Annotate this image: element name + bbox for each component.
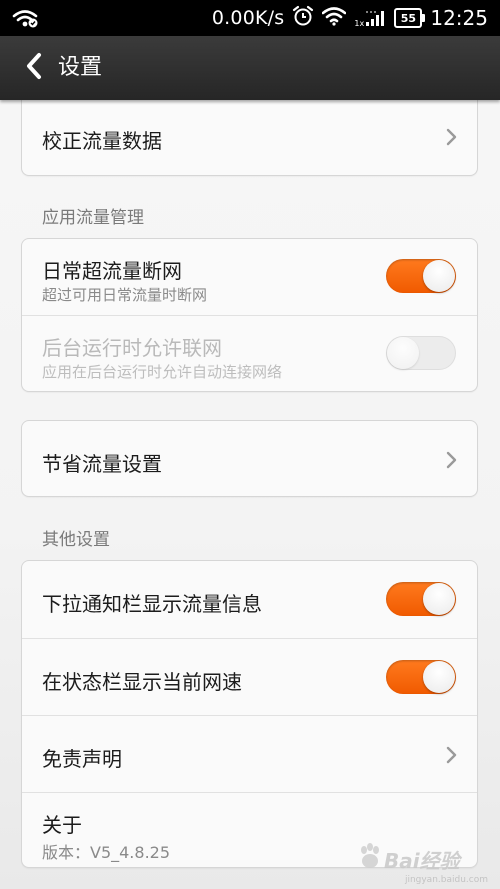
daily-cutoff-title: 日常超流量断网 — [42, 259, 182, 283]
toggle-knob — [423, 260, 455, 292]
status-speed-toggle[interactable] — [386, 660, 456, 694]
daily-cutoff-toggle[interactable] — [386, 259, 456, 293]
page-title: 设置 — [58, 55, 103, 80]
watermark-brand: Bai经验 — [384, 849, 460, 873]
chevron-right-icon — [445, 451, 457, 469]
background-network-subtitle: 应用在后台运行时允许自动连接网络 — [42, 363, 283, 381]
disclaimer-row[interactable]: 免责声明 — [22, 715, 477, 792]
calibrate-card: 校正流量数据 — [21, 92, 478, 176]
version-text: 版本：V5_4.8.25 — [42, 843, 171, 862]
daily-cutoff-row[interactable]: 日常超流量断网 超过可用日常流量时断网 — [22, 239, 477, 315]
toggle-knob — [387, 337, 419, 369]
background-network-toggle — [386, 336, 456, 370]
notify-bar-row[interactable]: 下拉通知栏显示流量信息 — [22, 561, 477, 638]
notify-bar-toggle[interactable] — [386, 582, 456, 616]
status-speed-title: 在状态栏显示当前网速 — [42, 670, 242, 694]
toggle-knob — [423, 661, 455, 693]
section-header-app-traffic: 应用流量管理 — [42, 208, 144, 228]
chevron-right-icon — [445, 128, 457, 146]
section-header-other: 其他设置 — [42, 530, 110, 550]
calibrate-row[interactable]: 校正流量数据 — [22, 93, 477, 175]
background-network-row: 后台运行时允许联网 应用在后台运行时允许自动连接网络 — [22, 315, 477, 391]
notify-bar-title: 下拉通知栏显示流量信息 — [42, 592, 262, 616]
save-settings-title: 节省流量设置 — [42, 452, 162, 476]
watermark-url: jingyan.baidu.com — [404, 875, 488, 885]
status-bar: 0.00K/s 1x 55 12:25 — [0, 0, 500, 36]
status-speed-row[interactable]: 在状态栏显示当前网速 — [22, 638, 477, 715]
baidu-jingyan-watermark: Bai经验 jingyan.baidu.com — [342, 839, 492, 885]
save-settings-card: 节省流量设置 — [21, 420, 478, 497]
background-network-title: 后台运行时允许联网 — [42, 336, 222, 360]
app-traffic-card: 日常超流量断网 超过可用日常流量时断网 后台运行时允许联网 应用在后台运行时允许… — [21, 238, 478, 392]
paw-logo-icon — [356, 843, 384, 875]
battery-icon: 55 — [394, 8, 426, 28]
toggle-knob — [423, 583, 455, 615]
calibrate-title: 校正流量数据 — [42, 129, 162, 153]
disclaimer-title: 免责声明 — [42, 747, 122, 771]
wifi-icon — [322, 6, 347, 30]
clock-time: 12:25 — [430, 6, 488, 30]
alarm-clock-icon — [292, 5, 314, 31]
title-bar: 设置 — [0, 36, 500, 100]
net-speed-text: 0.00K/s — [211, 7, 285, 29]
back-arrow-icon — [25, 52, 43, 84]
wifi-sync-icon — [12, 8, 38, 28]
about-title: 关于 — [42, 813, 82, 837]
other-settings-card: 下拉通知栏显示流量信息 在状态栏显示当前网速 免责声明 关于 版本：V5_4.8… — [21, 560, 478, 868]
back-button[interactable] — [14, 48, 54, 88]
chevron-right-icon — [445, 746, 457, 764]
cell-signal-icon: 1x — [354, 8, 386, 28]
save-settings-row[interactable]: 节省流量设置 — [22, 421, 477, 496]
daily-cutoff-subtitle: 超过可用日常流量时断网 — [42, 286, 208, 304]
